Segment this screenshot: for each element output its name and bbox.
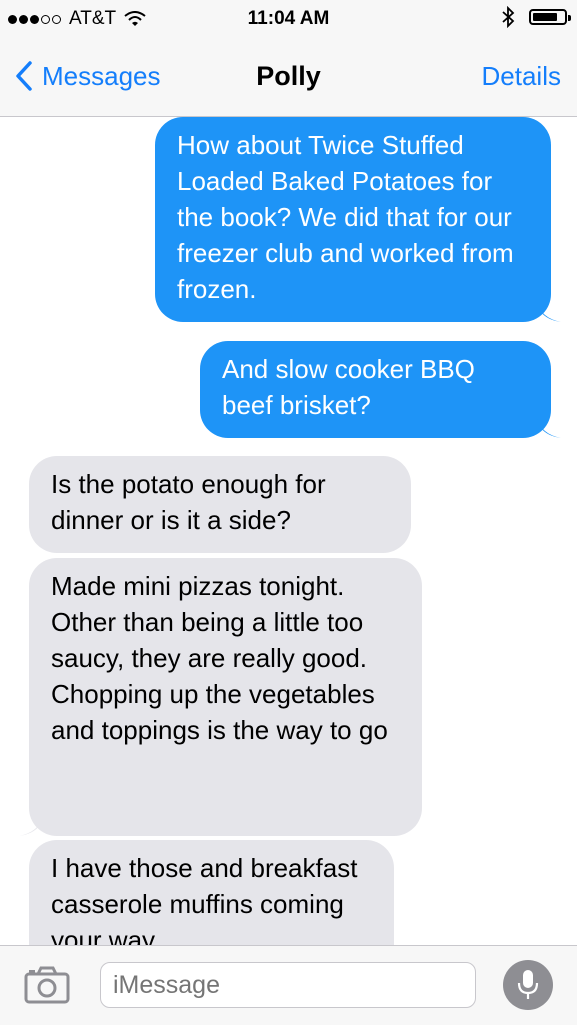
- message-text: And slow cooker BBQ beef brisket?: [222, 354, 475, 420]
- message-bubble-received[interactable]: Made mini pizzas tonight. Other than bei…: [19, 558, 422, 836]
- message-text: Made mini pizzas tonight. Other than bei…: [51, 571, 388, 745]
- message-input[interactable]: [100, 962, 476, 1008]
- navigation-bar: Messages Polly Details: [0, 36, 577, 117]
- bubble-tail: [537, 302, 561, 322]
- bubble-tail: [537, 418, 561, 438]
- details-button[interactable]: Details: [482, 61, 561, 92]
- message-text: How about Twice Stuffed Loaded Baked Pot…: [177, 130, 514, 304]
- message-text: Is the potato enough for dinner or is it…: [51, 469, 326, 535]
- status-right: [501, 6, 571, 28]
- microphone-button[interactable]: [503, 960, 553, 1010]
- bubble-tail: [19, 816, 43, 836]
- camera-icon[interactable]: [24, 966, 70, 1004]
- message-bubble-received[interactable]: Is the potato enough for dinner or is it…: [29, 456, 411, 553]
- status-bar: AT&T 11:04 AM: [0, 0, 577, 36]
- message-bubble-sent[interactable]: And slow cooker BBQ beef brisket?: [200, 341, 561, 438]
- battery-icon: [529, 9, 571, 25]
- status-time: 11:04 AM: [247, 8, 330, 29]
- message-bubble-sent[interactable]: How about Twice Stuffed Loaded Baked Pot…: [155, 117, 561, 322]
- bluetooth-icon: [502, 6, 515, 28]
- message-text: I have those and breakfast casserole muf…: [51, 853, 358, 945]
- message-thread[interactable]: How about Twice Stuffed Loaded Baked Pot…: [0, 117, 577, 945]
- message-bubble-received[interactable]: I have those and breakfast casserole muf…: [29, 840, 394, 945]
- input-bar: [0, 945, 577, 1025]
- microphone-icon: [517, 970, 539, 999]
